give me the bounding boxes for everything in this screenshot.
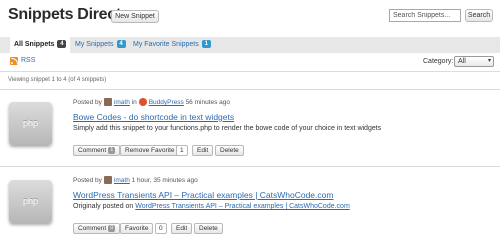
author-link[interactable]: imath	[114, 99, 130, 106]
search-button[interactable]: Search	[465, 9, 493, 22]
group-link[interactable]: BuddyPress	[149, 99, 184, 106]
comment-count: 1	[108, 147, 116, 154]
pagination-info: Viewing snippet 1 to 4 (of 4 snippets)	[8, 77, 107, 83]
description-prefix: Originaly posted on	[73, 203, 134, 210]
delete-button[interactable]: Delete	[215, 145, 244, 156]
category-label: Category:	[423, 58, 454, 65]
tab-my-snippets[interactable]: My Snippets 4	[75, 37, 126, 53]
divider	[0, 166, 500, 167]
page-header: Snippets Directory New Snippet Search	[0, 0, 500, 32]
category-selected-value: All	[458, 58, 466, 65]
snippet-time: 1 hour, 35 minutes ago	[131, 177, 198, 184]
group-avatar-icon[interactable]	[138, 98, 147, 106]
comment-count: 0	[108, 225, 116, 232]
tab-count-badge: 4	[57, 40, 67, 48]
author-link[interactable]: imath	[114, 177, 130, 184]
new-snippet-button[interactable]: New Snippet	[111, 10, 159, 23]
comment-button[interactable]: Comment 0	[73, 223, 121, 234]
comment-button[interactable]: Comment 1	[73, 145, 121, 156]
edit-button[interactable]: Edit	[171, 223, 193, 234]
tab-count-badge: 4	[116, 40, 126, 48]
posted-by-label: Posted by	[73, 177, 102, 184]
snippet-meta: Posted by imath 1 hour, 35 minutes ago	[73, 176, 198, 184]
tab-bar: All Snippets 4 My Snippets 4 My Favorite S…	[0, 37, 500, 53]
category-select[interactable]: All ▾	[454, 56, 494, 67]
php-icon: php	[9, 180, 52, 223]
edit-button[interactable]: Edit	[192, 145, 214, 156]
php-icon: php	[9, 102, 52, 145]
snippet-item: php Posted by imath 1 hour, 35 minutes ag…	[0, 172, 500, 244]
snippet-description: Simply add this snippet to your function…	[73, 125, 382, 132]
snippet-title-link[interactable]: Bowe Codes - do shortcode in text widget…	[73, 112, 234, 122]
posted-by-label: Posted by	[73, 99, 102, 106]
avatar[interactable]	[103, 98, 112, 106]
tab-label: My Favorite Snippets	[133, 41, 199, 48]
snippet-meta: Posted by imath in BuddyPress 56 minutes a…	[73, 98, 230, 106]
filter-row: RSS Category: All ▾	[0, 56, 500, 68]
snippet-item: php Posted by imath in BuddyPress 56 minut…	[0, 94, 500, 164]
comment-label: Comment	[78, 147, 107, 154]
snippet-title-link[interactable]: WordPress Transients API – Practical exa…	[73, 190, 333, 200]
tab-label: All Snippets	[14, 41, 55, 48]
tab-all-snippets[interactable]: All Snippets 4	[10, 37, 70, 53]
favorite-count: 1	[176, 145, 188, 156]
favorite-button[interactable]: Favorite	[120, 223, 154, 234]
comment-label: Comment	[78, 225, 107, 232]
snippet-description: Originaly posted on WordPress Transients…	[73, 203, 350, 210]
rss-link[interactable]: RSS	[21, 57, 35, 64]
tab-label: My Snippets	[75, 41, 114, 48]
divider	[0, 71, 500, 72]
rss-icon[interactable]	[10, 57, 18, 65]
remove-favorite-button[interactable]: Remove Favorite	[120, 145, 180, 156]
in-label: in	[131, 99, 137, 106]
source-link[interactable]: WordPress Transients API – Practical exa…	[135, 203, 350, 210]
tab-my-favorite-snippets[interactable]: My Favorite Snippets 1	[133, 37, 211, 53]
search-input[interactable]	[389, 9, 461, 22]
chevron-down-icon: ▾	[487, 58, 491, 64]
snippet-time: 56 minutes ago	[185, 99, 231, 106]
favorite-count: 0	[155, 223, 167, 234]
avatar[interactable]	[103, 176, 112, 184]
tab-count-badge: 1	[201, 40, 211, 48]
delete-button[interactable]: Delete	[194, 223, 223, 234]
divider	[0, 89, 500, 90]
